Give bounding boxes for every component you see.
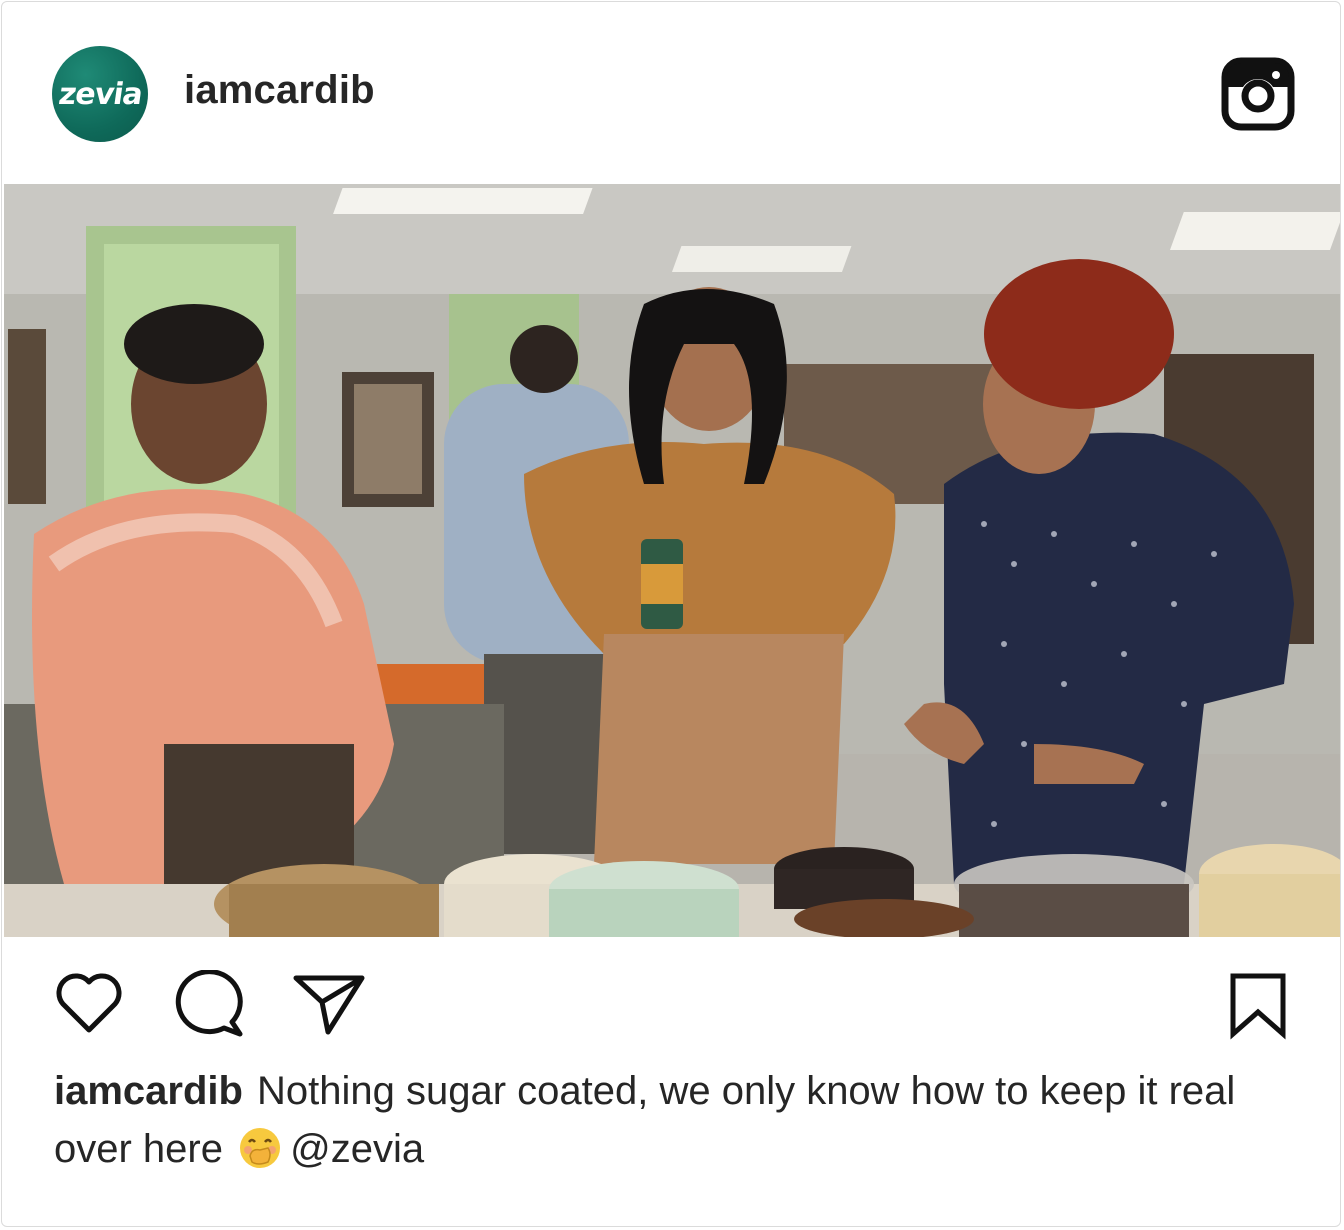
share-icon[interactable] — [290, 970, 370, 1040]
avatar-logo-text: zevia — [56, 76, 144, 112]
instagram-logo-icon[interactable] — [1221, 57, 1295, 131]
caption-mention[interactable]: @zevia — [290, 1127, 424, 1171]
instagram-post-card: zevia iamcardib iamcardib Nothing sugar … — [1, 1, 1341, 1227]
bookmark-icon[interactable] — [1227, 972, 1291, 1040]
header-username[interactable]: iamcardib — [184, 68, 375, 113]
post-header: zevia iamcardib — [2, 2, 1340, 184]
post-action-bar — [2, 942, 1340, 1052]
office-scene-image — [4, 184, 1340, 937]
profile-avatar[interactable]: zevia — [52, 46, 148, 142]
post-caption: iamcardib Nothing sugar coated, we only k… — [54, 1062, 1304, 1178]
face-with-hand-over-mouth-icon — [240, 1128, 281, 1168]
caption-username[interactable]: iamcardib — [54, 1069, 243, 1113]
comment-icon[interactable] — [172, 970, 248, 1040]
post-photo[interactable] — [4, 184, 1340, 937]
heart-icon[interactable] — [54, 972, 124, 1036]
